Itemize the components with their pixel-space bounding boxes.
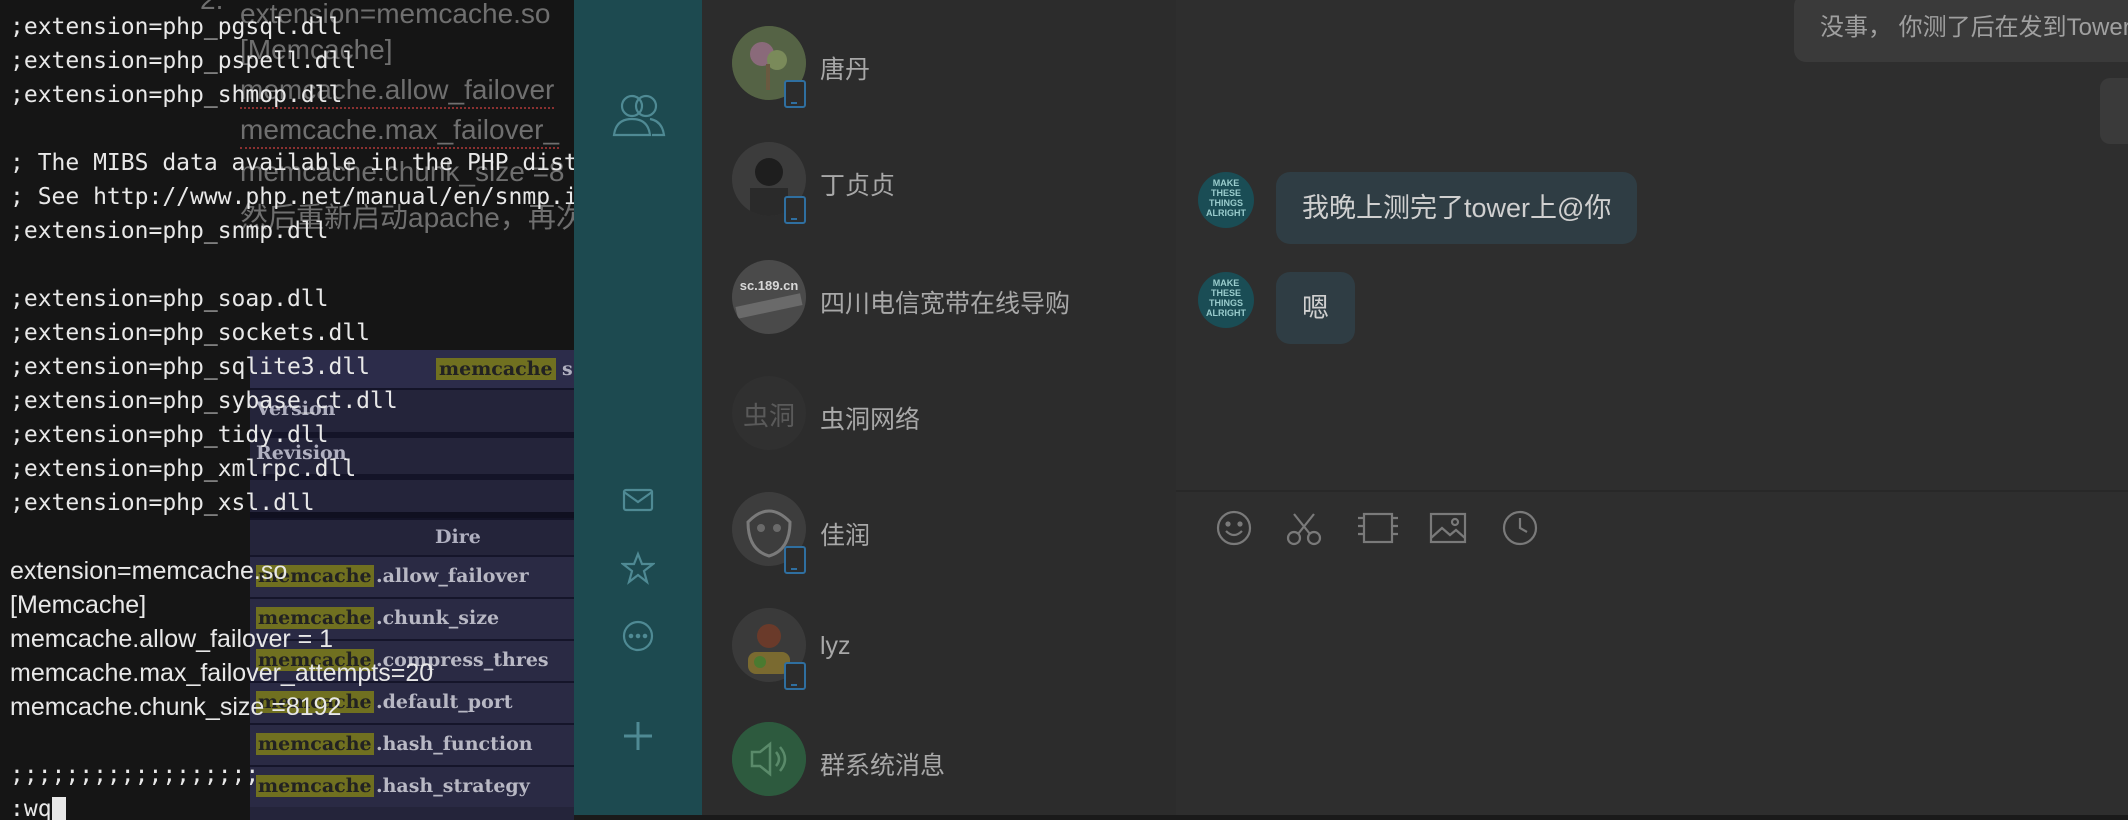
chat-pane: 没事， 你测了后在发到Tower上嘛 MAKE THESE THINGS ALR… xyxy=(1176,0,2128,815)
conversation-item[interactable]: 佳润 xyxy=(702,470,1176,586)
emoji-icon[interactable] xyxy=(1214,508,1254,548)
chat-app-window[interactable]: 唐丹 丁贞贞 sc.189.cn 四川电信宽带在线导购 虫洞 虫洞网络 佳润 l… xyxy=(574,0,2128,815)
message-bubble: 嗯 xyxy=(1276,272,1355,344)
film-icon[interactable] xyxy=(1356,508,1398,548)
message-bubble: 没事， 你测了后在发到Tower上嘛 xyxy=(1794,0,2128,62)
conversation-item[interactable]: 丁贞贞 xyxy=(702,122,1176,238)
conversation-item[interactable]: 唐丹 xyxy=(702,6,1176,122)
image-icon[interactable] xyxy=(1428,508,1468,548)
message-bubble-edge xyxy=(2100,78,2128,144)
conversation-name: 丁贞贞 xyxy=(820,172,896,200)
avatar: sc.189.cn xyxy=(732,260,806,334)
app-sidebar xyxy=(574,0,702,815)
avatar: 虫洞 xyxy=(732,376,806,450)
conversation-item[interactable]: 群系统消息 xyxy=(702,702,1176,815)
contacts-icon[interactable] xyxy=(608,86,668,146)
conversation-item[interactable]: 虫洞 虫洞网络 xyxy=(702,354,1176,470)
avatar-text: sc.189.cn xyxy=(739,278,799,293)
clock-icon[interactable] xyxy=(1500,508,1540,548)
scissors-icon[interactable] xyxy=(1284,508,1324,548)
conversation-list: 唐丹 丁贞贞 sc.189.cn 四川电信宽带在线导购 虫洞 虫洞网络 佳润 l… xyxy=(702,0,1178,815)
conversation-name: 四川电信宽带在线导购 xyxy=(820,290,1071,318)
conversation-name: lyz xyxy=(820,632,851,660)
conversation-item[interactable]: lyz xyxy=(702,586,1176,702)
conversation-name: 唐丹 xyxy=(820,56,871,84)
mobile-icon xyxy=(784,662,806,690)
conversation-name: 群系统消息 xyxy=(820,752,946,780)
conversation-item[interactable]: sc.189.cn 四川电信宽带在线导购 xyxy=(702,238,1176,354)
background-window-edge xyxy=(574,815,2128,820)
avatar-text: 虫洞 xyxy=(742,402,795,432)
mobile-icon xyxy=(784,196,806,224)
more-icon[interactable] xyxy=(618,616,658,656)
mail-icon[interactable] xyxy=(618,480,658,520)
avatar xyxy=(732,722,806,796)
conversation-name: 虫洞网络 xyxy=(820,406,921,434)
conversation-name: 佳润 xyxy=(820,522,871,550)
command-text: :wq xyxy=(10,796,52,820)
avatar[interactable]: MAKE THESE THINGS ALRIGHT xyxy=(1198,272,1254,328)
divider xyxy=(1176,490,2128,492)
star-icon[interactable] xyxy=(618,548,658,588)
text-cursor xyxy=(51,796,66,820)
speaker-icon xyxy=(732,722,806,796)
message-bubble: 我晚上测完了tower上@你 xyxy=(1276,172,1638,244)
mobile-icon xyxy=(784,80,806,108)
avatar[interactable]: MAKE THESE THINGS ALRIGHT xyxy=(1198,172,1254,228)
add-icon[interactable] xyxy=(618,716,658,756)
mobile-icon xyxy=(784,546,806,574)
